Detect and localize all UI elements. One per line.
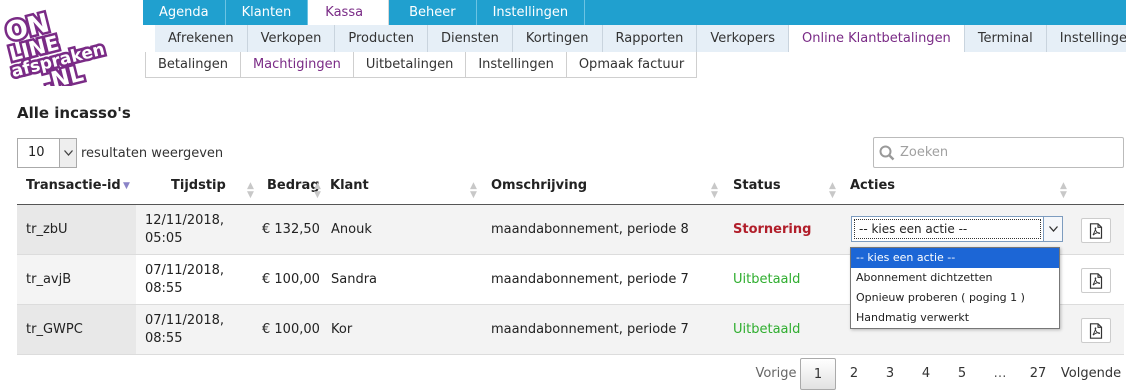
- action-select[interactable]: -- kies een actie --: [851, 216, 1063, 242]
- sub-nav-rapporten[interactable]: Rapporten: [603, 25, 698, 52]
- transaction-time: 08:55: [145, 281, 183, 296]
- column-header-tijdstip[interactable]: Tijdstip: [171, 170, 226, 205]
- sub-nav-online-klantbetalingen[interactable]: Online Klantbetalingen: [789, 25, 965, 52]
- transaction-description: maandabonnement, periode 7: [491, 322, 689, 337]
- transaction-id: tr_avjB: [26, 272, 72, 287]
- pagination-page-3[interactable]: 3: [872, 358, 908, 390]
- transaction-description: maandabonnement, periode 7: [491, 272, 689, 287]
- top-nav-kassa[interactable]: Kassa: [308, 0, 390, 25]
- action-option-opnieuw-proberen[interactable]: Opnieuw proberen ( poging 1 ): [851, 288, 1059, 308]
- status-badge: Stornering: [733, 222, 812, 237]
- sort-icon[interactable]: ▲ ▼: [247, 182, 254, 200]
- sub-nav-verkopen[interactable]: Verkopen: [248, 25, 336, 52]
- page-title: Alle incasso's: [17, 104, 131, 122]
- search-box: [873, 137, 1124, 168]
- action-select-value: -- kies een actie --: [854, 219, 1041, 239]
- column-header-bedrag[interactable]: Bedrag: [267, 170, 320, 205]
- column-header-transactie-id[interactable]: Transactie-id: [26, 170, 121, 205]
- page-length-control: 10 resultaten weergeven: [17, 138, 223, 168]
- sub-nav-kortingen[interactable]: Kortingen: [513, 25, 603, 52]
- column-header-status[interactable]: Status: [733, 170, 781, 205]
- search-input[interactable]: [900, 145, 1110, 160]
- column-header-acties[interactable]: Acties: [850, 170, 895, 205]
- transaction-id: tr_GWPC: [26, 322, 83, 337]
- status-badge: Uitbetaald: [733, 272, 801, 287]
- page-length-value: 10: [28, 145, 45, 160]
- transaction-time: 05:05: [145, 231, 183, 246]
- transaction-amount: € 100,00: [262, 272, 320, 287]
- transaction-date: 12/11/2018,: [145, 213, 225, 228]
- sort-icon[interactable]: ▲ ▼: [1060, 182, 1067, 200]
- column-header-klant[interactable]: Klant: [330, 170, 369, 205]
- page-length-select[interactable]: 10: [17, 138, 77, 168]
- action-option-abonnement-dichtzetten[interactable]: Abonnement dichtzetten: [851, 268, 1059, 288]
- pdf-download-button[interactable]: [1081, 318, 1111, 343]
- pdf-icon: [1089, 272, 1103, 289]
- third-nav: Betalingen Machtigingen Uitbetalingen In…: [145, 52, 698, 78]
- sort-icon[interactable]: ▲ ▼: [314, 182, 321, 200]
- transaction-date: 07/11/2018,: [145, 313, 225, 328]
- pagination-page-5[interactable]: 5: [944, 358, 980, 390]
- sort-icon[interactable]: ▲ ▼: [829, 182, 836, 200]
- sub-nav-instellingen[interactable]: Instellingen: [1047, 25, 1126, 52]
- transaction-amount: € 100,00: [262, 322, 320, 337]
- sub-nav-afrekenen[interactable]: Afrekenen: [155, 25, 248, 52]
- action-option-handmatig-verwerkt[interactable]: Handmatig verwerkt: [851, 308, 1059, 328]
- client-name: Kor: [331, 322, 353, 337]
- action-dropdown-menu: -- kies een actie -- Abonnement dichtzet…: [850, 247, 1060, 329]
- sub-nav-producten[interactable]: Producten: [335, 25, 428, 52]
- third-nav-machtigingen[interactable]: Machtigingen: [241, 52, 354, 77]
- search-icon: [874, 145, 900, 161]
- sort-desc-icon[interactable]: ▼: [123, 182, 130, 191]
- transaction-time: 08:55: [145, 331, 183, 346]
- pdf-download-button[interactable]: [1081, 268, 1111, 293]
- sort-icon[interactable]: ▲ ▼: [711, 182, 718, 200]
- column-header-omschrijving[interactable]: Omschrijving: [491, 170, 587, 205]
- status-badge: Uitbetaald: [733, 322, 801, 337]
- top-nav-beheer[interactable]: Beheer: [389, 0, 477, 25]
- pagination-previous[interactable]: Vorige: [752, 358, 800, 390]
- sub-nav-terminal[interactable]: Terminal: [965, 25, 1047, 52]
- pagination-page-2[interactable]: 2: [836, 358, 872, 390]
- top-nav-klanten[interactable]: Klanten: [226, 0, 309, 25]
- third-nav-betalingen[interactable]: Betalingen: [146, 52, 241, 77]
- online-afspraken-logo[interactable]: ON LINE afspraken .NL: [0, 0, 110, 86]
- client-name: Sandra: [331, 272, 378, 287]
- pagination-ellipsis: …: [993, 366, 1007, 381]
- page-length-label: resultaten weergeven: [81, 145, 224, 161]
- pdf-download-button[interactable]: [1081, 218, 1111, 243]
- incasso-table: Transactie-id ▼ Tijdstip ▲ ▼ Bedrag ▲ ▼ Kl…: [17, 170, 1124, 355]
- chevron-down-icon: [59, 139, 76, 167]
- third-nav-opmaak-factuur[interactable]: Opmaak factuur: [567, 52, 696, 77]
- top-nav: Agenda Klanten Kassa Beheer Instellingen: [143, 0, 586, 25]
- pdf-icon: [1089, 322, 1103, 339]
- client-name: Anouk: [331, 222, 372, 237]
- chevron-down-icon: [1043, 217, 1062, 241]
- pagination: Vorige 1 2 3 4 5 … 27 Volgende: [752, 358, 1126, 390]
- transaction-description: maandabonnement, periode 8: [491, 222, 689, 237]
- third-nav-instellingen[interactable]: Instellingen: [466, 52, 567, 77]
- pagination-page-1[interactable]: 1: [800, 358, 836, 390]
- table-header: Transactie-id ▼ Tijdstip ▲ ▼ Bedrag ▲ ▼ Kl…: [17, 170, 1124, 205]
- action-option-kies[interactable]: -- kies een actie --: [851, 248, 1059, 268]
- pagination-page-last[interactable]: 27: [1020, 358, 1056, 390]
- sub-nav: Afrekenen Verkopen Producten Diensten Ko…: [155, 25, 1126, 52]
- sort-icon[interactable]: ▲ ▼: [470, 182, 477, 200]
- sub-nav-verkopers[interactable]: Verkopers: [697, 25, 790, 52]
- pagination-page-4[interactable]: 4: [908, 358, 944, 390]
- top-nav-agenda[interactable]: Agenda: [143, 0, 226, 25]
- top-nav-instellingen[interactable]: Instellingen: [477, 0, 586, 25]
- pdf-icon: [1089, 222, 1103, 239]
- transaction-amount: € 132,50: [262, 222, 320, 237]
- third-nav-uitbetalingen[interactable]: Uitbetalingen: [354, 52, 467, 77]
- pagination-next[interactable]: Volgende: [1056, 358, 1126, 390]
- transaction-id: tr_zbU: [26, 222, 68, 237]
- sub-nav-diensten[interactable]: Diensten: [428, 25, 513, 52]
- transaction-date: 07/11/2018,: [145, 263, 225, 278]
